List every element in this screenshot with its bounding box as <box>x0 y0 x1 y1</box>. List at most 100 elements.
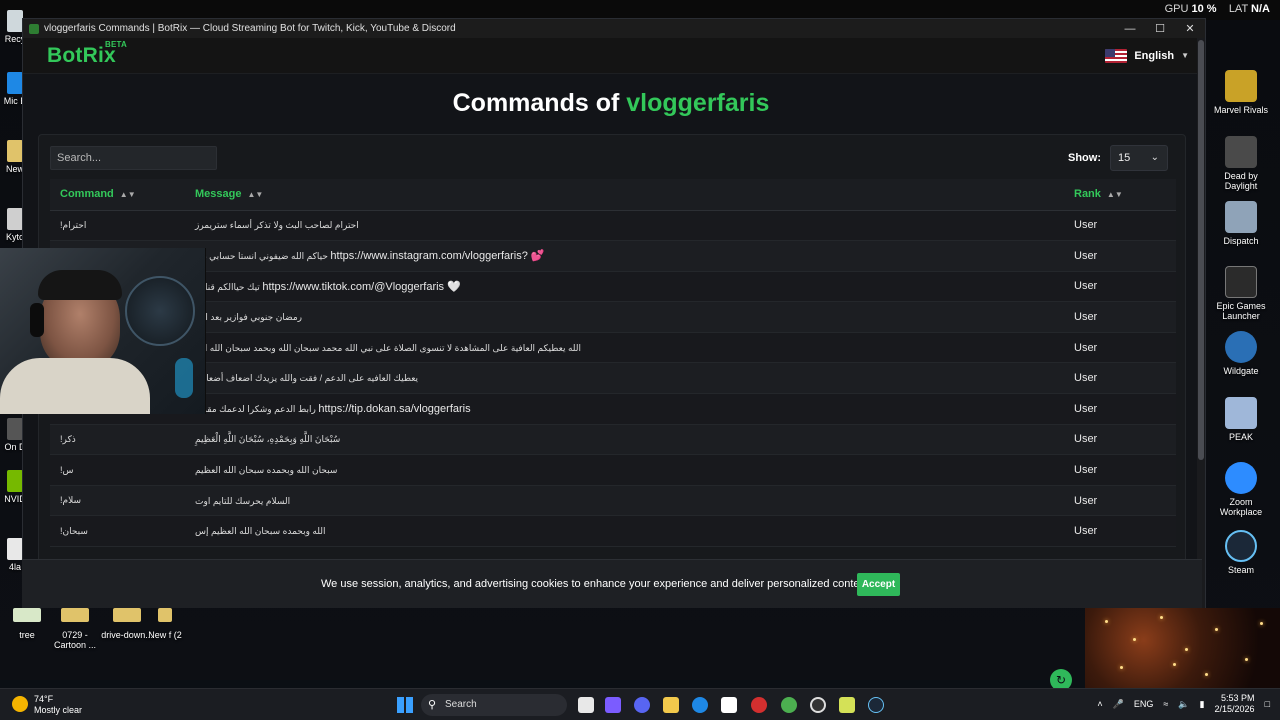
language-selector[interactable]: English ▼ <box>1105 48 1189 63</box>
desktop-icon-marvel-rivals[interactable]: Marvel Rivals <box>1209 70 1273 115</box>
steam-icon[interactable] <box>868 697 884 713</box>
system-stats-bar: GPU 10 % LAT N/A <box>0 0 1280 20</box>
file-explorer-icon[interactable] <box>663 697 679 713</box>
clock[interactable]: 5:53 PM 2/15/2026 <box>1215 693 1255 715</box>
column-header-command[interactable]: Command ▲▼ <box>50 179 185 211</box>
message-cell: رمضان جنوبي فوازير بعد التر <box>185 301 1064 333</box>
sort-icon: ▲▼ <box>119 190 136 200</box>
message-link[interactable]: https://tip.dokan.sa/vloggerfaris <box>318 403 470 415</box>
message-cell: احترام لصاحب البث ولا تذكر أسماء ستريمرز <box>185 210 1064 242</box>
desktop-icon-drive-download[interactable]: drive-down... <box>100 608 154 640</box>
accept-cookies-button[interactable]: Accept <box>857 573 900 596</box>
wifi-icon[interactable]: ≈ <box>1163 699 1168 709</box>
site-header: BotRix BETA English ▼ <box>23 38 1205 74</box>
table-row: دعم!رابط الدعم وشكرا لدعمك مقدمًا https:… <box>50 393 1176 425</box>
close-icon[interactable]: ✕ <box>1175 22 1205 35</box>
message-text: السلام يحرسك للتايم اوت <box>195 495 291 506</box>
opera-icon[interactable] <box>751 697 767 713</box>
headset-icon <box>30 303 44 337</box>
windows-start-icon[interactable] <box>397 697 413 713</box>
rank-cell: User <box>1064 362 1176 395</box>
desktop-icon-dispatch[interactable]: Dispatch <box>1209 201 1273 246</box>
rank-cell: User <box>1064 210 1176 242</box>
notifications-icon[interactable]: □ <box>1265 699 1270 709</box>
chevron-down-icon: ▼ <box>1181 51 1189 60</box>
command-cell: ذكر! <box>50 424 185 456</box>
message-text: الله وبحمده سبحان الله العظيم إس <box>195 526 326 537</box>
system-stats: GPU 10 % LAT N/A <box>1165 3 1270 15</box>
input-language[interactable]: ENG <box>1134 699 1154 709</box>
command-cell: احترام! <box>50 210 185 242</box>
taskbar: 74°F Mostly clear ⚲ Search ˄ 🎤 ENG ≈ 🔈 ▮… <box>0 688 1280 720</box>
desktop-icon-zoom[interactable]: Zoom Workplace <box>1209 462 1273 517</box>
taskbar-search[interactable]: ⚲ Search <box>421 694 567 716</box>
app-icon <box>7 418 23 440</box>
window-titlebar: vloggerfaris Commands | BotRix — Cloud S… <box>23 19 1205 38</box>
minimize-icon[interactable]: — <box>1115 23 1145 35</box>
desktop-icon-tree[interactable]: tree <box>0 608 54 640</box>
botrix-logo[interactable]: BotRix BETA <box>47 40 127 68</box>
us-flag-icon <box>1105 48 1128 63</box>
message-text: رابط الدعم وشكرا لدعمك مقدمًا <box>195 403 316 414</box>
desktop-icon-epic[interactable]: Epic Games Launcher <box>1209 266 1273 321</box>
sort-icon: ▲▼ <box>1106 190 1123 200</box>
cookie-text: We use session, analytics, and advertisi… <box>321 578 872 590</box>
rank-cell: User <box>1064 424 1176 456</box>
edge-icon[interactable] <box>692 697 708 713</box>
edge-icon <box>7 72 23 94</box>
commands-card: Show: 15 ⌄ Command▲▼ Message▲▼ Rank▲▼ <box>38 134 1186 594</box>
volume-icon[interactable]: 🔈 <box>1178 699 1189 710</box>
copilot-icon[interactable] <box>605 697 621 713</box>
message-cell: حياكم الله ضيفوني انستا حسابي دالا https… <box>185 240 1064 272</box>
rank-cell: User <box>1064 485 1176 517</box>
column-header-message[interactable]: Message ▲▼ <box>185 179 1064 211</box>
page-scrollbar[interactable] <box>1197 38 1205 608</box>
message-link[interactable]: https://www.tiktok.com/@Vloggerfaris 🤍 <box>262 281 460 293</box>
page-title: Commands of vloggerfaris <box>452 89 770 117</box>
language-label: English <box>1134 49 1175 62</box>
table-row: س! سبحان الله وبحمده سبحان الله العظيم Us… <box>50 454 1176 486</box>
desktop-icon-peak[interactable]: PEAK <box>1209 397 1273 442</box>
desktop-icon-wildgate[interactable]: Wildgate <box>1209 331 1273 376</box>
sort-icon: ▲▼ <box>247 190 264 200</box>
wildgate-icon <box>1225 331 1257 363</box>
message-text: حياكم الله ضيفوني انستا حسابي دالا <box>195 251 328 262</box>
notes-icon[interactable] <box>839 697 855 713</box>
battery-icon[interactable]: ▮ <box>1200 699 1205 710</box>
rank-cell: User <box>1064 332 1176 364</box>
microphone-icon[interactable]: 🎤 <box>1113 699 1124 710</box>
search-input[interactable] <box>50 146 217 170</box>
gpu-label: GPU <box>1164 3 1189 15</box>
message-link[interactable]: https://www.instagram.com/vloggerfaris? … <box>330 250 544 262</box>
desktop-icon-new-folder[interactable]: New f (2 <box>148 608 182 640</box>
desktop-icon-cartoon[interactable]: 0729 - Cartoon ... <box>48 608 102 650</box>
chrome-icon[interactable] <box>781 697 797 713</box>
window-title: vloggerfaris Commands | BotRix — Cloud S… <box>44 23 456 34</box>
desktop-icon-steam[interactable]: Steam <box>1209 530 1273 575</box>
table-row: الله يعطيكم العافية على المشاهدة لا تنسو… <box>50 332 1176 364</box>
command-cell: سبحان! <box>50 515 185 548</box>
table-row: يعطيك العافيه على الدعم / فقت والله يزيد… <box>50 362 1176 395</box>
steam-icon <box>1225 530 1257 562</box>
commands-table-body: احترام! احترام لصاحب البث ولا تذكر أسماء … <box>50 210 1176 548</box>
weather-moon-icon <box>12 696 28 712</box>
command-cell: س! <box>50 454 185 486</box>
table-row: تيك حياالكم قناتي https://www.tiktok.com… <box>50 271 1176 303</box>
store-icon[interactable] <box>721 697 737 713</box>
weather-widget[interactable]: 74°F Mostly clear <box>12 694 82 716</box>
message-cell: السلام يحرسك للتايم اوت <box>185 485 1064 517</box>
desktop-icon-dead-by-daylight[interactable]: Dead by Daylight <box>1209 136 1273 191</box>
page-size-select[interactable]: 15 ⌄ <box>1110 145 1168 171</box>
discord-icon[interactable] <box>634 697 650 713</box>
search-icon: ⚲ <box>428 699 437 711</box>
maximize-icon[interactable]: ☐ <box>1145 22 1175 35</box>
christmas-lights-decoration <box>1085 608 1280 688</box>
lat-value: N/A <box>1251 3 1270 15</box>
rank-cell: User <box>1064 271 1176 303</box>
folder-icon <box>7 140 23 162</box>
column-header-rank[interactable]: Rank ▲▼ <box>1064 179 1176 211</box>
obs-icon[interactable] <box>810 697 826 713</box>
task-view-icon[interactable] <box>578 697 594 713</box>
botrix-favicon-icon <box>29 23 39 34</box>
chevron-up-icon[interactable]: ˄ <box>1097 699 1102 709</box>
